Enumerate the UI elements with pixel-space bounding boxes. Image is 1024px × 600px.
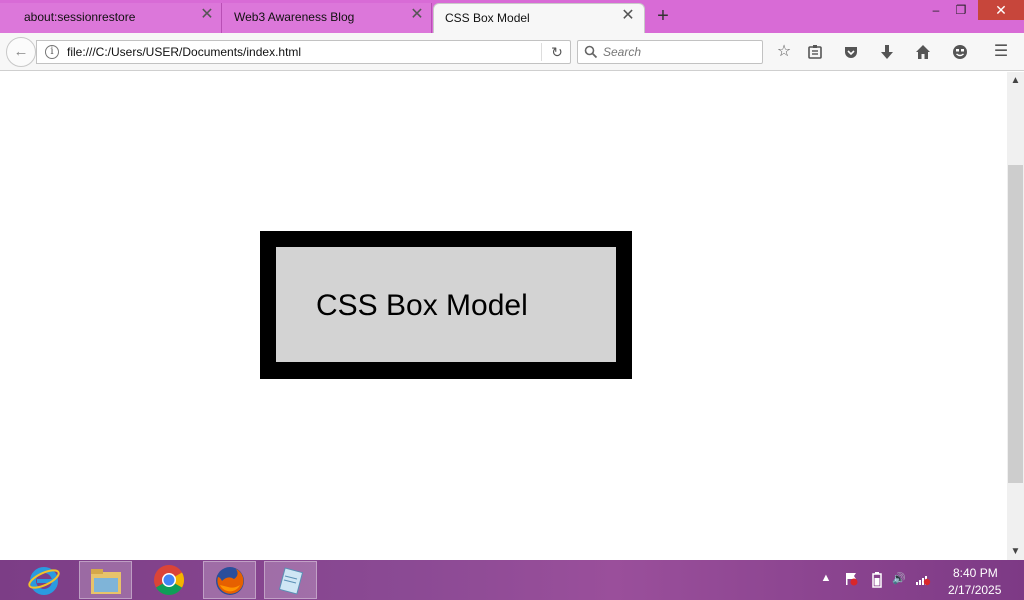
url-text[interactable]: file:///C:/Users/USER/Documents/index.ht… (67, 45, 301, 59)
clock-date[interactable]: 2/17/2025 (948, 583, 1001, 597)
windows-taskbar: ▲ 🔊 (0, 560, 1024, 600)
chrome-icon[interactable] (143, 561, 196, 599)
volume-icon[interactable]: 🔊 (890, 572, 908, 588)
tab-css-box-model[interactable]: CSS Box Model ✕ (433, 3, 645, 33)
scroll-up-arrow[interactable]: ▲ (1007, 72, 1024, 89)
close-icon[interactable]: ✕ (410, 7, 424, 23)
firefox-icon[interactable] (203, 561, 256, 599)
info-icon[interactable]: i (45, 45, 59, 59)
show-hidden-icons-icon[interactable]: ▲ (820, 572, 832, 588)
menu-icon[interactable]: ☰ (990, 41, 1012, 63)
tab-web3-blog[interactable]: Web3 Awareness Blog ✕ (222, 3, 432, 33)
clock-time[interactable]: 8:40 PM (953, 566, 998, 580)
new-tab-button[interactable]: + (653, 6, 673, 26)
window-close-button[interactable]: ✕ (978, 0, 1024, 20)
search-placeholder: Search (603, 45, 642, 59)
network-icon[interactable] (914, 572, 932, 588)
reading-list-icon[interactable] (804, 41, 826, 63)
close-icon[interactable]: ✕ (621, 8, 635, 24)
bookmark-star-icon[interactable]: ☆ (773, 41, 795, 63)
browser-titlebar: about:sessionrestore ✕ Web3 Awareness Bl… (0, 0, 1024, 33)
page-content: CSS Box Model (0, 72, 1007, 560)
tab-label: Web3 Awareness Blog (234, 10, 355, 24)
search-icon (584, 45, 598, 59)
box-model-content: CSS Box Model (276, 247, 616, 362)
tab-sessionrestore[interactable]: about:sessionrestore ✕ (0, 3, 222, 33)
battery-icon[interactable] (871, 572, 883, 588)
tab-label: about:sessionrestore (24, 10, 136, 24)
vertical-scrollbar[interactable]: ▲ ▼ (1007, 72, 1024, 560)
action-center-flag-icon[interactable] (843, 572, 859, 588)
minimize-button[interactable]: – (925, 0, 947, 20)
notepad-icon[interactable] (264, 561, 317, 599)
navigation-toolbar: ← i file:///C:/Users/USER/Documents/inde… (0, 33, 1024, 71)
file-explorer-icon[interactable] (79, 561, 132, 599)
back-button[interactable]: ← (6, 37, 36, 67)
scroll-down-arrow[interactable]: ▼ (1007, 543, 1024, 560)
hello-chat-icon[interactable] (949, 41, 971, 63)
restore-button[interactable]: ❐ (950, 0, 972, 20)
search-bar[interactable]: Search (577, 40, 763, 64)
internet-explorer-icon[interactable] (18, 561, 71, 599)
url-divider (541, 43, 542, 61)
tab-label: CSS Box Model (445, 11, 530, 25)
reload-icon[interactable]: ↻ (547, 42, 567, 62)
url-bar[interactable]: i file:///C:/Users/USER/Documents/index.… (36, 40, 571, 64)
close-icon[interactable]: ✕ (200, 7, 214, 23)
box-model-border: CSS Box Model (260, 231, 632, 379)
box-model-text: CSS Box Model (316, 289, 528, 322)
pocket-icon[interactable] (840, 41, 862, 63)
scroll-thumb[interactable] (1008, 165, 1023, 483)
download-icon[interactable] (876, 41, 898, 63)
home-icon[interactable] (912, 41, 934, 63)
